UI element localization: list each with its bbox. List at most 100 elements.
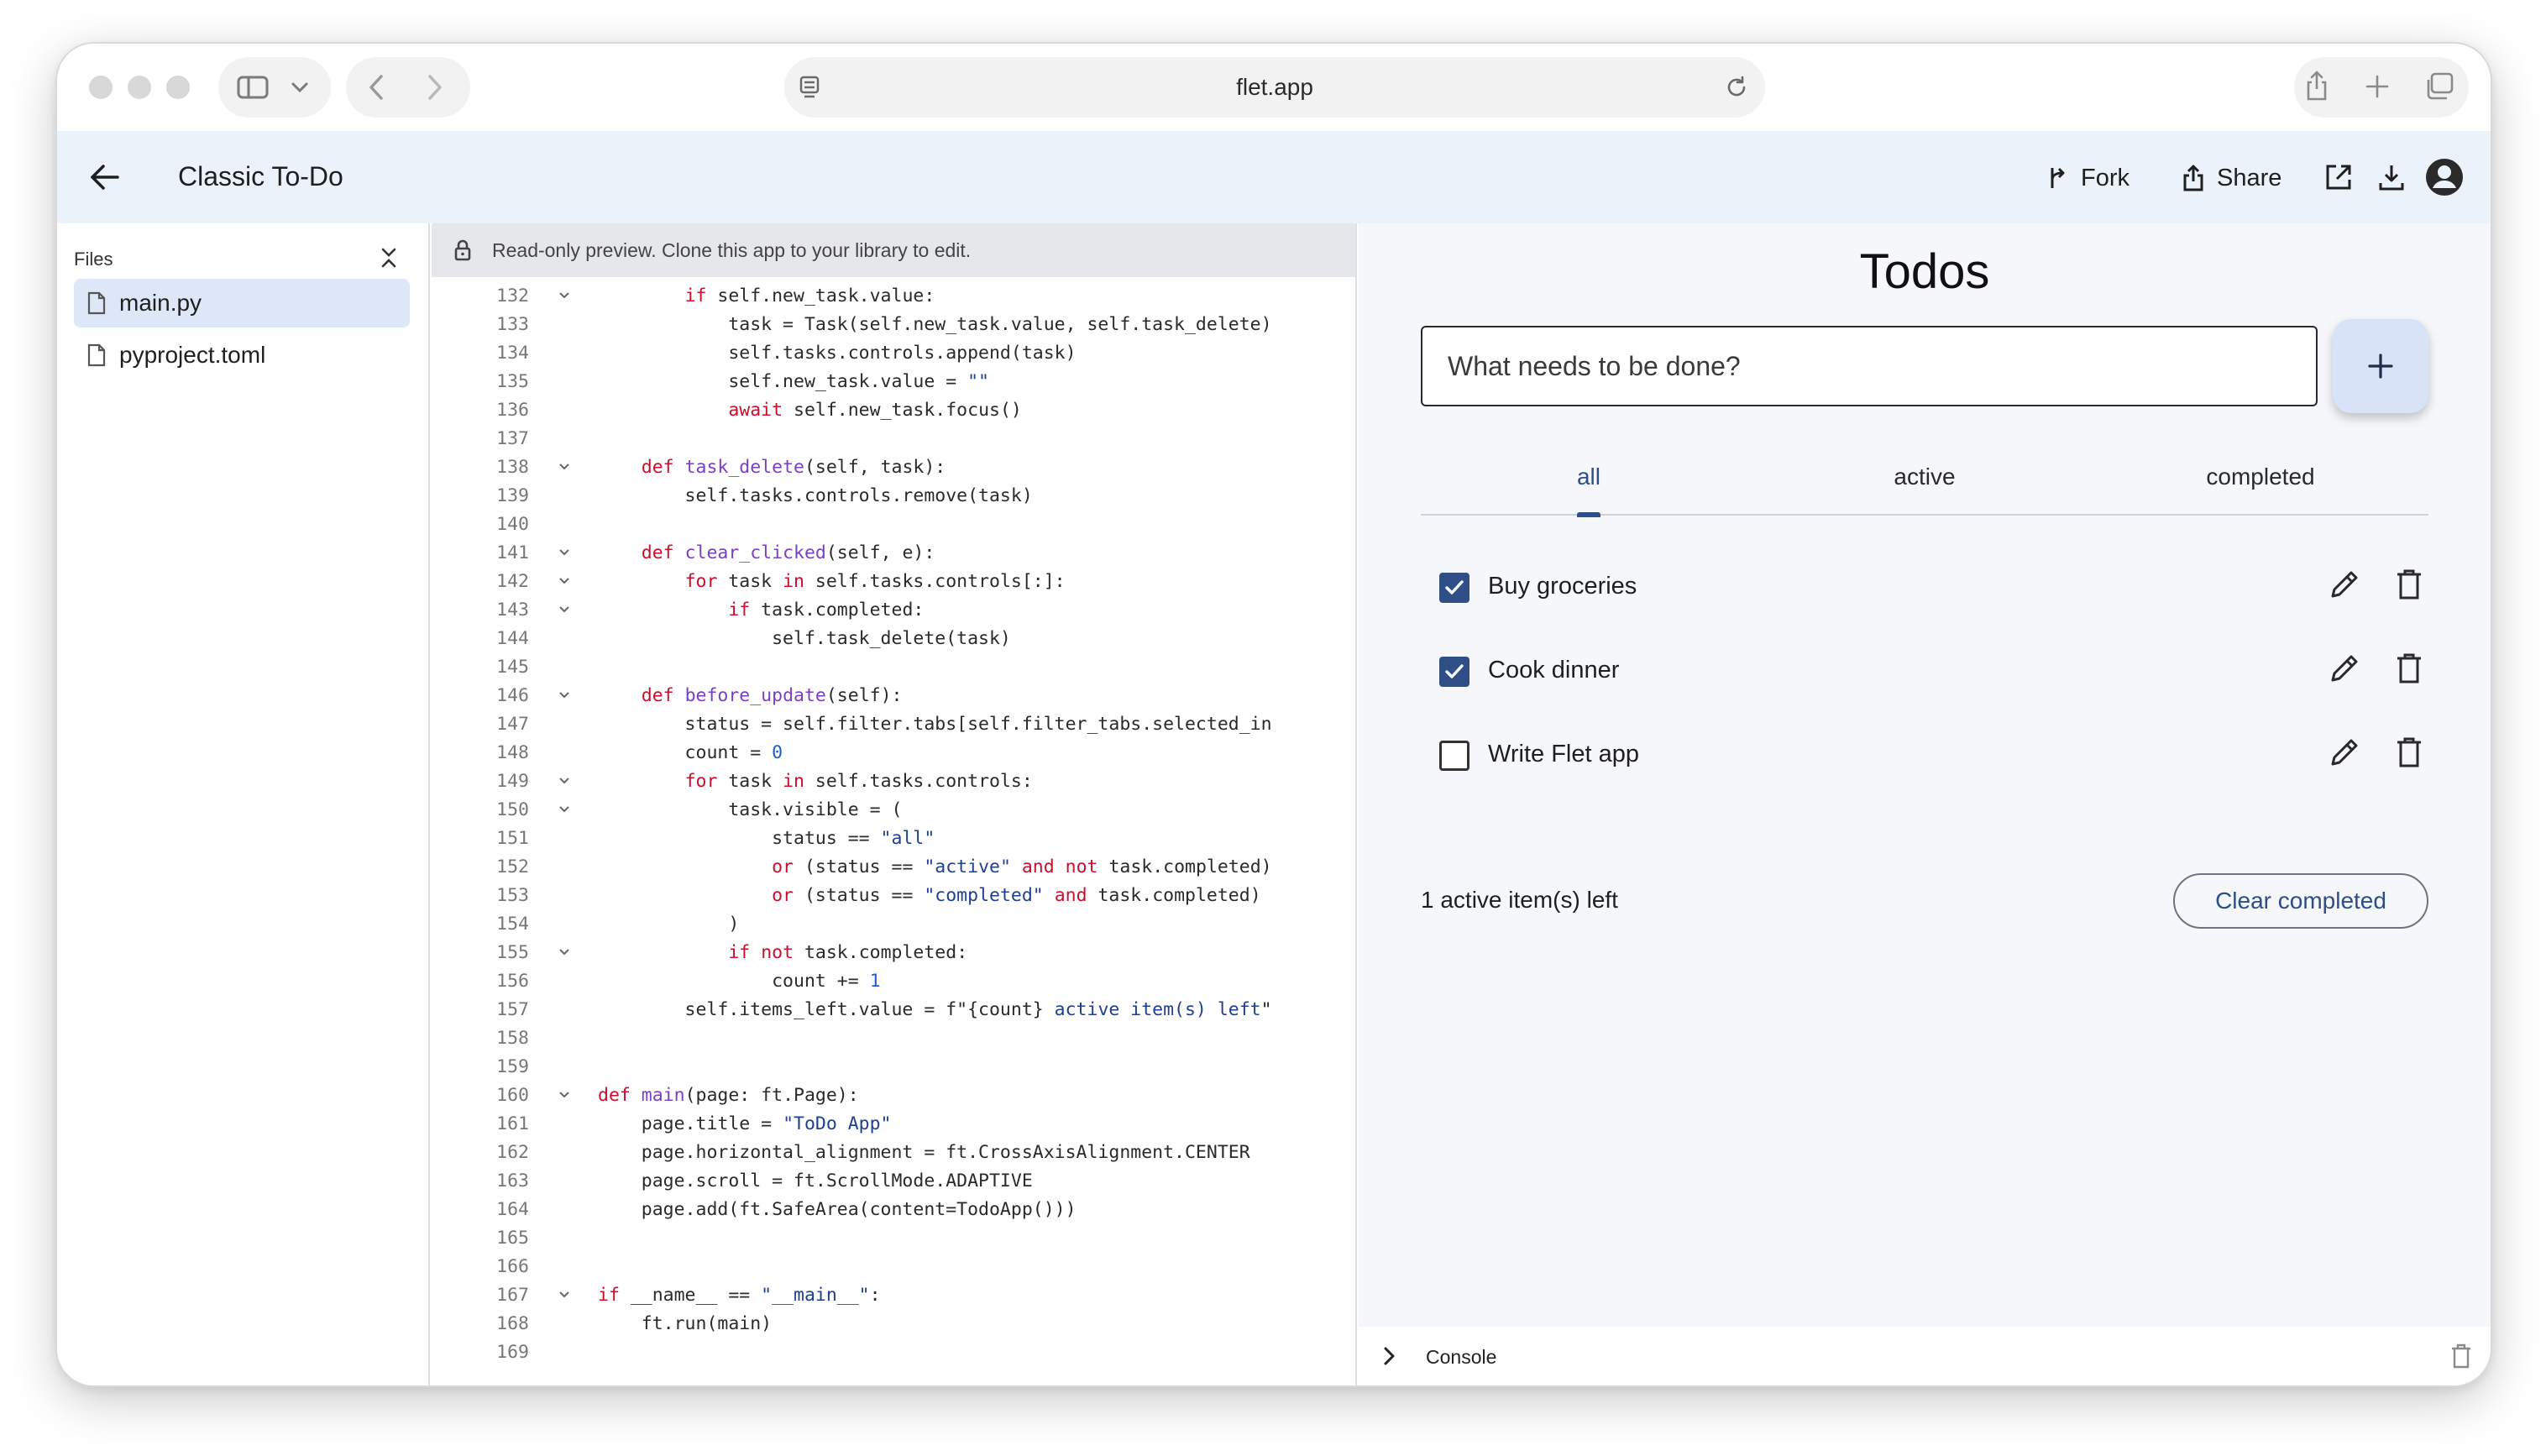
todo-label: Write Flet app bbox=[1488, 741, 1639, 767]
code-lines[interactable]: 132 if self.new_task.value: 133 task = Ta… bbox=[432, 282, 1355, 1367]
fold-chevron-icon[interactable] bbox=[559, 692, 569, 699]
code-line: 168 ft.run(main) bbox=[432, 1310, 1355, 1338]
minimize-window-button[interactable] bbox=[128, 76, 151, 99]
code-line: 152 or (status == "active" and not task.… bbox=[432, 853, 1355, 882]
new-tab-icon[interactable] bbox=[2365, 74, 2390, 99]
line-number: 151 bbox=[496, 828, 529, 849]
line-number: 140 bbox=[496, 514, 529, 535]
fold-chevron-icon[interactable] bbox=[559, 464, 569, 470]
line-number: 139 bbox=[496, 485, 529, 506]
delete-trash-icon[interactable] bbox=[2395, 568, 2423, 603]
collapse-icon[interactable] bbox=[380, 245, 398, 270]
filter-tabs: all active completed bbox=[1421, 445, 2428, 517]
zoom-window-button[interactable] bbox=[166, 76, 190, 99]
line-number: 164 bbox=[496, 1199, 529, 1220]
delete-trash-icon[interactable] bbox=[2395, 652, 2423, 687]
code-line: 154 ) bbox=[432, 910, 1355, 939]
browser-window: flet.app Classic To-Do Fork Share Files … bbox=[57, 44, 2491, 1385]
todo-checkbox[interactable] bbox=[1439, 573, 1469, 603]
todo-checkbox[interactable] bbox=[1439, 657, 1469, 687]
delete-trash-icon[interactable] bbox=[2395, 736, 2423, 771]
share-icon[interactable] bbox=[2304, 69, 2329, 102]
code-text: or (status == "active" and not task.comp… bbox=[772, 856, 1272, 877]
line-number: 153 bbox=[496, 885, 529, 906]
tab-label: completed bbox=[2206, 464, 2315, 490]
code-line: 165 bbox=[432, 1224, 1355, 1253]
fold-chevron-icon[interactable] bbox=[559, 778, 569, 784]
add-todo-button[interactable] bbox=[2333, 319, 2428, 413]
edit-pencil-icon[interactable] bbox=[2326, 568, 2361, 603]
code-line: 155 if not task.completed: bbox=[432, 939, 1355, 967]
back-arrow-icon[interactable] bbox=[89, 163, 119, 191]
new-todo-field[interactable] bbox=[1421, 326, 2318, 406]
line-number: 166 bbox=[496, 1256, 529, 1277]
file-item-main-py[interactable]: main.py bbox=[74, 279, 410, 327]
code-line: 135 self.new_task.value = "" bbox=[432, 368, 1355, 396]
fold-chevron-icon[interactable] bbox=[559, 578, 569, 584]
account-avatar-icon[interactable] bbox=[2425, 158, 2464, 196]
fold-chevron-icon[interactable] bbox=[559, 1291, 569, 1298]
fold-chevron-icon[interactable] bbox=[559, 549, 569, 556]
fold-chevron-icon[interactable] bbox=[559, 606, 569, 613]
open-external-icon[interactable] bbox=[2324, 163, 2353, 191]
upload-icon bbox=[2183, 165, 2203, 191]
code-text: ) bbox=[598, 914, 740, 935]
todo-checkbox[interactable] bbox=[1439, 741, 1469, 771]
tab-label: all bbox=[1576, 464, 1600, 490]
todos-title: Todos bbox=[1859, 244, 1990, 299]
code-text: count = 0 bbox=[598, 742, 783, 763]
code-line: 139 self.tasks.controls.remove(task) bbox=[432, 482, 1355, 511]
fold-chevron-icon[interactable] bbox=[559, 1092, 569, 1098]
chevron-right-icon[interactable] bbox=[1382, 1345, 1397, 1367]
fold-chevron-icon[interactable] bbox=[559, 806, 569, 813]
code-line: 147 status = self.filter.tabs[self.filte… bbox=[432, 710, 1355, 739]
code-line: 167 if __name__ == "__main__": bbox=[432, 1281, 1355, 1310]
share-button[interactable]: Share bbox=[2182, 155, 2281, 202]
line-number: 156 bbox=[496, 971, 529, 992]
fork-label: Fork bbox=[2081, 164, 2130, 191]
check-icon bbox=[1445, 664, 1464, 678]
line-number: 158 bbox=[496, 1028, 529, 1049]
tab-all[interactable]: all bbox=[1421, 445, 1757, 517]
clear-completed-button[interactable]: Clear completed bbox=[2173, 873, 2428, 929]
fold-chevron-icon[interactable] bbox=[559, 292, 569, 299]
line-number: 145 bbox=[496, 657, 529, 678]
code-text: if self.new_task.value: bbox=[684, 285, 935, 306]
code-line: 166 bbox=[432, 1253, 1355, 1281]
code-line: 138 def task_delete(self, task): bbox=[432, 453, 1355, 482]
line-number: 135 bbox=[496, 371, 529, 392]
edit-pencil-icon[interactable] bbox=[2326, 736, 2361, 771]
tabs-overview-icon[interactable] bbox=[2423, 72, 2454, 101]
fold-chevron-icon[interactable] bbox=[559, 949, 569, 956]
forward-icon[interactable] bbox=[427, 74, 443, 101]
code-line: 158 bbox=[432, 1024, 1355, 1053]
todo-label: Buy groceries bbox=[1488, 573, 1637, 600]
code-text: page.scroll = ft.ScrollMode.ADAPTIVE bbox=[598, 1171, 1033, 1192]
code-text: page.title = "ToDo App" bbox=[598, 1113, 892, 1134]
file-item-pyproject-toml[interactable]: pyproject.toml bbox=[74, 331, 410, 380]
new-todo-input[interactable] bbox=[1422, 327, 2316, 405]
code-line: 136 await self.new_task.focus() bbox=[432, 396, 1355, 425]
url-text: flet.app bbox=[1236, 74, 1313, 100]
clear-console-trash-icon[interactable] bbox=[2450, 1343, 2472, 1369]
check-icon bbox=[1445, 580, 1464, 594]
sidebar-toggle-icon[interactable] bbox=[237, 76, 269, 99]
sidebar-toggle-group[interactable] bbox=[218, 57, 331, 118]
chevron-down-icon[interactable] bbox=[291, 81, 309, 94]
reload-icon[interactable] bbox=[1725, 76, 1748, 99]
fork-button[interactable]: Fork bbox=[2047, 155, 2130, 202]
console-label: Console bbox=[1426, 1346, 1497, 1368]
download-icon[interactable] bbox=[2378, 163, 2405, 191]
line-number: 143 bbox=[496, 600, 529, 621]
close-window-button[interactable] bbox=[89, 76, 113, 99]
fork-icon bbox=[2051, 167, 2065, 188]
address-bar[interactable]: flet.app bbox=[784, 57, 1765, 118]
code-text: count += 1 bbox=[598, 971, 881, 992]
console-panel[interactable]: Console bbox=[1359, 1327, 2491, 1385]
line-number: 136 bbox=[496, 400, 529, 421]
tab-active[interactable]: active bbox=[1757, 445, 2093, 516]
back-icon[interactable] bbox=[368, 74, 385, 101]
tab-completed[interactable]: completed bbox=[2093, 445, 2428, 516]
code-text: page.horizontal_alignment = ft.CrossAxis… bbox=[598, 1142, 1250, 1163]
edit-pencil-icon[interactable] bbox=[2326, 652, 2361, 687]
